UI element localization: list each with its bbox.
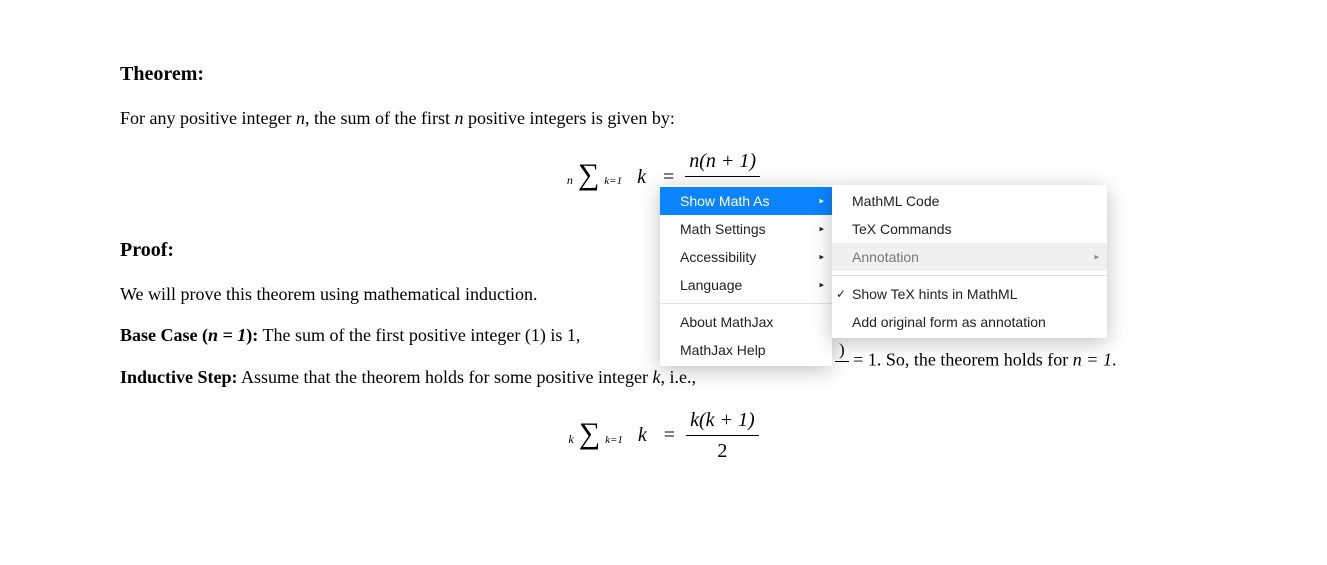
equals: = xyxy=(658,421,681,449)
menu-separator xyxy=(660,303,832,304)
theorem-statement: For any positive integer n, the sum of t… xyxy=(120,106,1207,131)
sum-upper: n xyxy=(567,173,573,187)
submenu-tex-commands[interactable]: TeX Commands xyxy=(832,215,1107,243)
text: , i.e., xyxy=(660,367,696,387)
menu-math-settings[interactable]: Math Settings ▸ xyxy=(660,215,832,243)
fraction-tail: ) xyxy=(835,340,849,383)
text: , the sum of the first xyxy=(305,108,454,128)
chevron-right-icon: ▸ xyxy=(819,252,824,263)
chevron-right-icon: ▸ xyxy=(819,224,824,235)
sum-upper: k xyxy=(568,432,573,446)
chevron-right-icon: ▸ xyxy=(1094,252,1099,263)
base-label-close: ): xyxy=(246,325,258,345)
text: Assume that the theorem holds for some p… xyxy=(238,367,653,387)
mathjax-context-menu[interactable]: Show Math As ▸ Math Settings ▸ Accessibi… xyxy=(660,185,832,366)
text: For any positive integer xyxy=(120,108,296,128)
sigma-icon: ∑ xyxy=(578,158,599,191)
sum-lower: k=1 xyxy=(605,434,623,446)
menu-label: Accessibility xyxy=(680,249,756,265)
summation: n ∑ k=1 xyxy=(567,161,622,192)
menu-label: Show Math As xyxy=(680,193,770,209)
menu-label: TeX Commands xyxy=(852,221,952,237)
fraction: k(k + 1) 2 xyxy=(686,406,759,465)
menu-about-mathjax[interactable]: About MathJax xyxy=(660,308,832,336)
menu-label: Annotation xyxy=(852,249,919,265)
base-label: Base Case ( xyxy=(120,325,208,345)
math-var-n: n xyxy=(296,108,305,128)
sum-var: k xyxy=(631,163,652,191)
menu-label: Add original form as annotation xyxy=(852,314,1046,330)
submenu-mathml-code[interactable]: MathML Code xyxy=(832,187,1107,215)
submenu-show-tex-hints[interactable]: ✓ Show TeX hints in MathML xyxy=(832,280,1107,308)
numerator: n(n + 1) xyxy=(685,147,760,177)
inductive-label: Inductive Step: xyxy=(120,367,238,387)
menu-accessibility[interactable]: Accessibility ▸ xyxy=(660,243,832,271)
menu-label: MathJax Help xyxy=(680,342,766,358)
tail-eq: = 1. So, the theorem holds for xyxy=(849,350,1073,370)
mathjax-submenu-show-as[interactable]: MathML Code TeX Commands Annotation ▸ ✓ … xyxy=(832,185,1107,338)
menu-label: MathML Code xyxy=(852,193,939,209)
numerator-frag: ) xyxy=(835,340,849,362)
sigma-icon: ∑ xyxy=(579,417,600,450)
text: positive integers is given by: xyxy=(463,108,674,128)
theorem-heading: Theorem: xyxy=(120,60,1207,88)
base-case-tail: ) = 1. So, the theorem holds for n = 1. xyxy=(835,340,1116,383)
tail-dot: . xyxy=(1112,350,1117,370)
menu-show-math-as[interactable]: Show Math As ▸ xyxy=(660,187,832,215)
submenu-annotation[interactable]: Annotation ▸ xyxy=(832,243,1107,271)
checkmark-icon: ✓ xyxy=(836,287,846,301)
menu-mathjax-help[interactable]: MathJax Help xyxy=(660,336,832,364)
menu-label: About MathJax xyxy=(680,314,773,330)
menu-label: Math Settings xyxy=(680,221,766,237)
sum-var: k xyxy=(632,421,653,449)
menu-language[interactable]: Language ▸ xyxy=(660,271,832,299)
sum-lower: k=1 xyxy=(604,175,622,187)
chevron-right-icon: ▸ xyxy=(819,280,824,291)
base-eq: n = 1 xyxy=(208,325,246,345)
tail-var: n = 1 xyxy=(1073,350,1112,370)
summation: k ∑ k=1 xyxy=(568,420,623,451)
denominator: 2 xyxy=(686,436,759,465)
base-text: The sum of the first positive integer (1… xyxy=(258,325,580,345)
formula-2[interactable]: k ∑ k=1 k = k(k + 1) 2 xyxy=(120,406,1207,465)
submenu-add-original-annotation[interactable]: Add original form as annotation xyxy=(832,308,1107,336)
chevron-right-icon: ▸ xyxy=(819,196,824,207)
numerator: k(k + 1) xyxy=(686,406,759,436)
menu-label: Show TeX hints in MathML xyxy=(852,286,1018,302)
menu-separator xyxy=(832,275,1107,276)
menu-label: Language xyxy=(680,277,742,293)
